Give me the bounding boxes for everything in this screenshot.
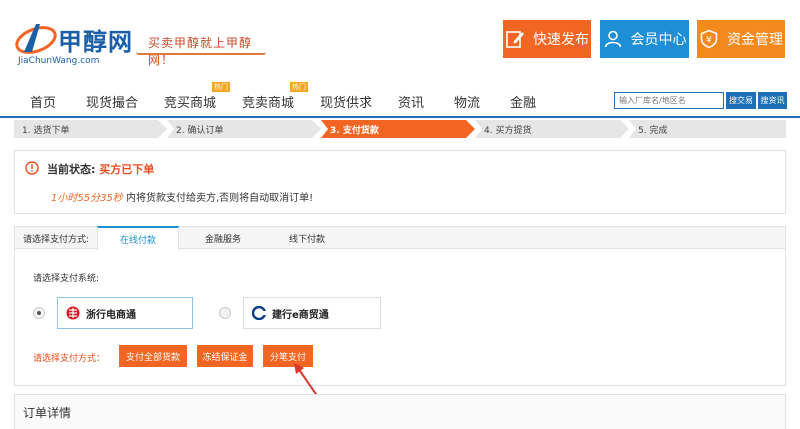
payment-tabs: 请选择支付方式: 在线付款 金融服务 线下付款 xyxy=(15,226,785,250)
ccb-bank-logo-icon xyxy=(252,306,266,320)
bank-option-ccb[interactable]: 建行e商贸通 xyxy=(243,297,381,329)
logo-text-cn: 甲醇网 xyxy=(58,27,133,56)
bank-name-zheshang: 浙行电商通 xyxy=(86,309,136,321)
nav-item-supply-demand[interactable]: 现货供求 xyxy=(320,92,372,111)
payment-method-label: 请选择支付方式： xyxy=(33,354,106,364)
payment-system-label: 请选择支付系统: xyxy=(33,274,100,284)
zheshang-bank-logo-icon xyxy=(66,306,80,320)
nav-item-news[interactable]: 资讯 xyxy=(398,92,424,111)
step-5-label: 5. 完成 xyxy=(638,124,667,136)
nav-item-buy-auction[interactable]: 竞买商城 热门 xyxy=(164,82,231,111)
progress-steps: 1. 选货下单 2. 确认订单 3. 支付货款 4. 买方提货 5. 完成 xyxy=(14,120,786,138)
freeze-deposit-button[interactable]: 冻结保证金 xyxy=(197,345,253,367)
bank-name-ccb: 建行e商贸通 xyxy=(272,309,329,321)
nav-item-sell-auction[interactable]: 竞卖商城 热门 xyxy=(242,82,309,111)
hot-badge: 热门 xyxy=(212,82,231,92)
user-icon xyxy=(604,30,621,48)
page: 甲醇网 JiaChunWang.com 买卖甲醇就上甲醇网！ 快速发布 会员中心… xyxy=(0,0,800,429)
nav-item-spot-matching[interactable]: 现货撮合 xyxy=(86,92,138,111)
logo-mark-icon xyxy=(15,24,57,54)
order-details-title: 订单详情 xyxy=(23,406,72,420)
tab-online-payment[interactable]: 在线付款 xyxy=(97,226,179,250)
svg-text:¥: ¥ xyxy=(706,36,712,46)
tab-financial-services[interactable]: 金融服务 xyxy=(205,232,241,245)
nav-item-logistics[interactable]: 物流 xyxy=(454,92,480,111)
step-3-label: 3. 支付货款 xyxy=(330,124,380,136)
nav-item-home[interactable]: 首页 xyxy=(30,92,56,111)
payment-panel: 请选择支付方式: 在线付款 金融服务 线下付款 请选择支付系统: 浙行电商通 建… xyxy=(14,226,786,386)
quick-publish-button[interactable]: 快速发布 xyxy=(503,20,591,58)
step-1-label: 1. 选货下单 xyxy=(22,124,69,136)
status-label: 当前状态: xyxy=(47,163,96,176)
search-input[interactable] xyxy=(614,92,724,109)
funds-management-button[interactable]: ¥ 资金管理 xyxy=(697,20,785,58)
countdown-timer: 1小时55分35秒 xyxy=(51,193,123,204)
radio-zheshang-bank[interactable] xyxy=(33,307,45,319)
alert-icon xyxy=(25,161,39,175)
tab-offline-payment[interactable]: 线下付款 xyxy=(289,232,325,245)
search-trade-button[interactable]: 搜交易 xyxy=(726,92,756,109)
member-center-button[interactable]: 会员中心 xyxy=(600,20,689,58)
deadline-message: 内将货款支付给卖方,否则将自动取消订单! xyxy=(126,193,314,204)
slogan: 买卖甲醇就上甲醇网！ xyxy=(148,36,253,67)
step-2-label: 2. 确认订单 xyxy=(176,124,223,136)
bank-option-zheshang[interactable]: 浙行电商通 xyxy=(57,297,193,329)
order-details-panel: 订单详情 xyxy=(14,394,786,429)
step-4-label: 4. 买方提货 xyxy=(484,124,531,136)
search-news-button[interactable]: 搜资讯 xyxy=(758,92,787,109)
slogan-underline xyxy=(136,52,266,55)
nav-item-sell-auction-label: 竞卖商城 xyxy=(242,96,295,111)
pay-full-amount-button[interactable]: 支付全部货款 xyxy=(119,345,187,367)
logo-text-en: JiaChunWang.com xyxy=(18,56,100,66)
edit-icon xyxy=(506,31,524,48)
hot-badge: 热门 xyxy=(290,82,309,92)
nav-item-buy-auction-label: 竞买商城 xyxy=(164,96,217,111)
quick-publish-label: 快速发布 xyxy=(533,32,589,48)
payment-tabs-label: 请选择支付方式: xyxy=(23,235,90,245)
radio-ccb-bank[interactable] xyxy=(219,307,231,319)
status-value: 买方已下单 xyxy=(99,163,155,176)
nav-item-finance[interactable]: 金融 xyxy=(510,92,536,111)
yen-shield-icon: ¥ xyxy=(700,29,718,49)
funds-management-label: 资金管理 xyxy=(727,32,783,48)
order-status-panel: 当前状态: 买方已下单 1小时55分35秒 内将货款支付给卖方,否则将自动取消订… xyxy=(14,150,786,214)
status-row: 当前状态: 买方已下单 xyxy=(47,161,154,177)
site-logo[interactable]: 甲醇网 JiaChunWang.com 买卖甲醇就上甲醇网！ xyxy=(14,14,266,70)
payment-deadline: 1小时55分35秒 内将货款支付给卖方,否则将自动取消订单! xyxy=(51,189,313,204)
member-center-label: 会员中心 xyxy=(630,32,687,48)
